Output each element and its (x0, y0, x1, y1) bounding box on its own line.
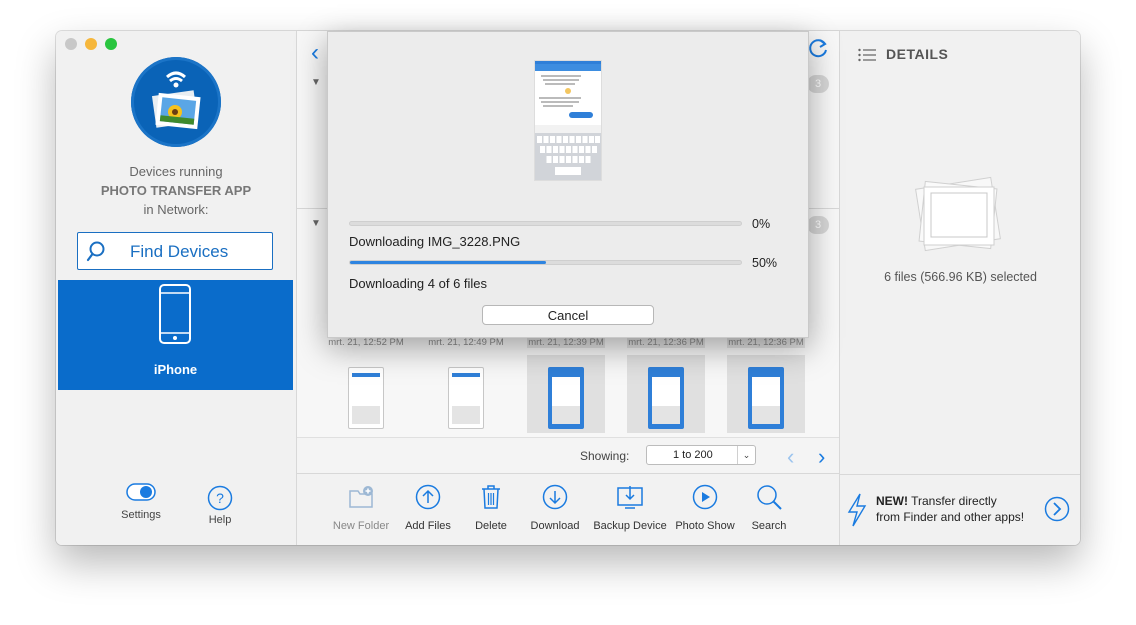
add-files-label: Add Files (405, 520, 451, 532)
help-icon: ? (207, 485, 233, 511)
trash-icon (482, 485, 500, 509)
range-select[interactable]: 1 to 200 ⌄ (646, 445, 756, 465)
thumbnail-item[interactable]: mrt. 21, 12:36 PM (727, 337, 805, 433)
toggle-icon (126, 483, 156, 501)
iphone-icon (159, 284, 191, 344)
svg-text:?: ? (216, 490, 224, 506)
overall-status-label: Downloading 4 of 6 files (349, 276, 488, 291)
file-progress-percent: 0% (752, 217, 771, 231)
promo-text: NEW! Transfer directly from Finder and o… (876, 493, 1024, 525)
thumbnail-image (748, 367, 784, 429)
disclosure-triangle-icon[interactable]: ▼ (311, 218, 321, 229)
download-progress-dialog: 0% Downloading IMG_3228.PNG 50% Download… (327, 31, 809, 338)
overall-progress-percent: 50% (752, 256, 778, 270)
search-icon (757, 485, 782, 510)
thumbnail-image (448, 367, 484, 429)
promo-line1: Transfer directly (908, 494, 997, 508)
file-progress-bar (349, 221, 742, 226)
refresh-icon[interactable] (806, 37, 830, 66)
chevron-down-icon: ⌄ (737, 446, 755, 464)
find-devices-label: Find Devices (130, 242, 229, 261)
app-logo (131, 57, 221, 147)
list-icon (858, 48, 876, 62)
pagination-bar: Showing: 1 to 200 ⌄ ‹ › (297, 437, 839, 474)
download-label: Download (530, 520, 580, 532)
download-preview-image (534, 60, 602, 181)
toolbar: New Folder Add Files Delete Download Bac… (297, 473, 839, 545)
backup-device-button[interactable]: Backup Device (593, 484, 667, 532)
thumbnail-image (348, 367, 384, 429)
help-label: Help (208, 514, 232, 526)
thumbnail-image (548, 367, 584, 429)
photo-show-button[interactable]: Photo Show (673, 484, 737, 532)
lightning-icon (847, 493, 867, 527)
back-chevron-icon[interactable]: ‹ (311, 39, 319, 67)
thumbnail-item[interactable]: mrt. 21, 12:39 PM (527, 337, 605, 433)
settings-button[interactable]: Settings (111, 483, 171, 521)
arrow-right-circle-icon[interactable] (1044, 496, 1070, 522)
in-network-label: in Network: (143, 202, 209, 217)
window-close-button[interactable] (65, 38, 77, 50)
add-files-icon (415, 484, 441, 510)
thumbnail-timestamp: mrt. 21, 12:52 PM (328, 337, 404, 348)
section-count-badge: 3 (807, 75, 829, 93)
thumbnail-timestamp: mrt. 21, 12:36 PM (727, 337, 805, 348)
new-folder-icon (349, 486, 373, 508)
search-icon (86, 241, 105, 262)
search-label: Search (751, 520, 787, 532)
details-panel: DETAILS 6 files (566.96 KB) selected NEW… (839, 31, 1080, 545)
add-files-button[interactable]: Add Files (398, 484, 458, 532)
overall-progress-fill (350, 261, 546, 264)
window-minimize-button[interactable] (85, 38, 97, 50)
prev-page-icon[interactable]: ‹ (787, 444, 794, 470)
delete-label: Delete (475, 520, 507, 532)
delete-button[interactable]: Delete (469, 484, 513, 532)
promo-new-label: NEW! (876, 494, 908, 508)
device-name: iPhone (153, 362, 198, 377)
find-devices-button[interactable]: Find Devices (77, 232, 273, 270)
cancel-button[interactable]: Cancel (482, 305, 654, 325)
new-folder-label: New Folder (332, 520, 390, 532)
new-folder-button[interactable]: New Folder (331, 484, 391, 532)
current-file-label: Downloading IMG_3228.PNG (349, 234, 521, 249)
section-count-badge: 3 (807, 216, 829, 234)
devices-running-label: Devices running (129, 164, 223, 179)
device-item-iphone[interactable]: iPhone (58, 280, 293, 390)
photo-stack-icon (915, 176, 1001, 252)
next-page-icon[interactable]: › (818, 444, 825, 470)
disclosure-triangle-icon[interactable]: ▼ (311, 77, 321, 88)
promo-line2: from Finder and other apps! (876, 510, 1025, 524)
photo-show-label: Photo Show (675, 520, 735, 532)
details-title: DETAILS (886, 46, 949, 62)
backup-icon (617, 486, 643, 509)
thumbnail-timestamp: mrt. 21, 12:36 PM (627, 337, 705, 348)
promo-banner[interactable]: NEW! Transfer directly from Finder and o… (840, 474, 1080, 545)
play-icon (692, 484, 718, 510)
help-button[interactable]: ? Help (190, 485, 250, 526)
download-icon (542, 484, 568, 510)
thumbnail-item[interactable]: mrt. 21, 12:36 PM (627, 337, 705, 433)
search-button[interactable]: Search (747, 484, 791, 532)
download-button[interactable]: Download (525, 484, 585, 532)
range-select-value: 1 to 200 (673, 449, 713, 461)
overall-progress-bar (349, 260, 742, 265)
thumbnail-item[interactable]: mrt. 21, 12:52 PM (327, 337, 405, 433)
thumbnail-item[interactable]: mrt. 21, 12:49 PM (427, 337, 505, 433)
thumbnail-timestamp: mrt. 21, 12:39 PM (527, 337, 605, 348)
showing-label: Showing: (580, 449, 630, 463)
thumbnail-image (648, 367, 684, 429)
backup-device-label: Backup Device (593, 520, 667, 532)
selection-summary: 6 files (566.96 KB) selected (884, 270, 1037, 284)
sidebar: Devices running PHOTO TRANSFER APP in Ne… (56, 31, 297, 545)
settings-label: Settings (121, 509, 161, 521)
window-maximize-button[interactable] (105, 38, 117, 50)
thumbnail-timestamp: mrt. 21, 12:49 PM (428, 337, 504, 348)
app-name-label: PHOTO TRANSFER APP (100, 183, 252, 198)
